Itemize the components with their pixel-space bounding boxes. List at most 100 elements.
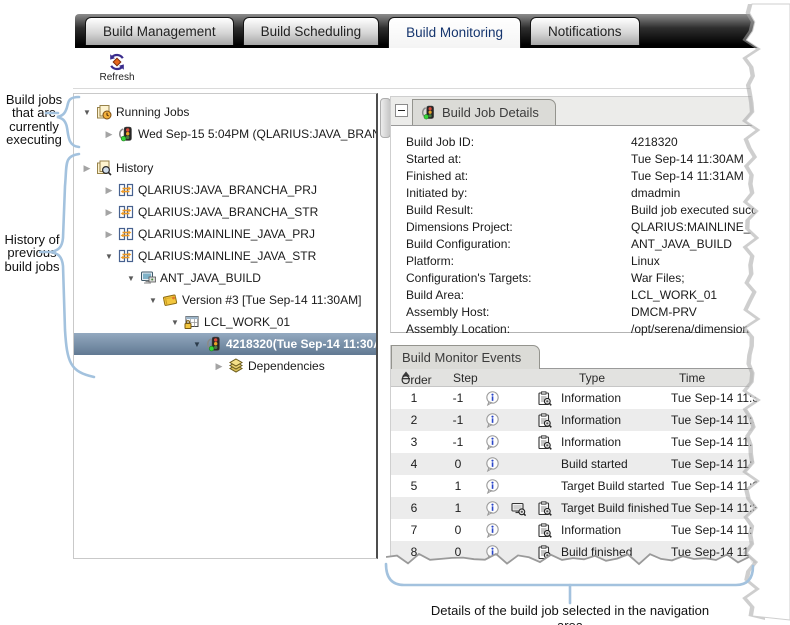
field-value: QLARIUS:MAINLINE_JA [631, 219, 765, 234]
field-value: LCL_WORK_01 [631, 287, 718, 302]
stream-icon [118, 226, 134, 242]
detail-row: Finished at: Tue Sep-14 11:31AM [406, 167, 756, 184]
build-monitor-events-tab[interactable]: Build Monitor Events [391, 345, 541, 369]
information-balloon-icon[interactable] [485, 523, 500, 538]
collapse-section-button[interactable] [395, 104, 408, 117]
tab-build-monitoring[interactable]: Build Monitoring [388, 17, 521, 48]
information-balloon-icon[interactable] [485, 435, 500, 450]
tab-build-management[interactable]: Build Management [85, 17, 234, 45]
event-time: Tue Sep-14 11:31AM [671, 545, 757, 559]
field-value: Tue Sep-14 11:31AM [631, 168, 744, 183]
information-balloon-icon[interactable] [485, 391, 500, 406]
tree-item-qlarius-mainline-java-prj[interactable]: ▶ QLARIUS:MAINLINE_JAVA_PRJ [74, 223, 376, 245]
expand-arrow[interactable]: ▼ [167, 318, 183, 327]
event-row[interactable]: 4 0 Build started Tue Sep-14 11:30AM [391, 453, 757, 475]
view-log-icon[interactable] [537, 391, 552, 406]
field-value: Tue Sep-14 11:30AM [631, 151, 744, 166]
refresh-swirl-icon [108, 53, 126, 71]
tree-item-history[interactable]: ▶ History [74, 157, 376, 179]
information-balloon-icon[interactable] [485, 545, 500, 560]
tree-item-label: Version #3 [Tue Sep-14 11:30AM] [182, 293, 362, 307]
tree-item-qlarius-mainline-java-str[interactable]: ▼ QLARIUS:MAINLINE_JAVA_STR [74, 245, 376, 267]
event-type: Information [561, 413, 622, 427]
order-header-label: Order [401, 373, 432, 387]
tree-item-label: Running Jobs [116, 105, 190, 119]
event-time: Tue Sep-14 11:30AM [671, 435, 757, 449]
type-column-header[interactable]: Type [579, 371, 605, 385]
information-balloon-icon[interactable] [485, 479, 500, 494]
expand-arrow[interactable]: ▼ [189, 340, 205, 349]
tree-item-running-build-job[interactable]: ▶ Wed Sep-15 5:04PM (QLARIUS:JAVA_BRANCH [74, 123, 376, 145]
event-time: Tue Sep-14 11:31AM [671, 501, 757, 515]
view-log-icon[interactable] [537, 523, 552, 538]
field-label: Build Job ID: [406, 134, 475, 149]
event-time: Tue Sep-14 11:30AM [671, 457, 757, 471]
history-icon [96, 160, 112, 176]
build-job-details-tab[interactable]: Build Job Details [412, 99, 556, 125]
field-value: Build job executed succ [631, 202, 758, 217]
view-log-icon[interactable] [537, 435, 552, 450]
field-value: Linux [631, 253, 660, 268]
field-label: Platform: [406, 253, 455, 268]
event-row[interactable]: 8 0 Build finished Tue Sep-14 11:31AM [391, 541, 757, 563]
tree-item-label: ANT_JAVA_BUILD [160, 271, 261, 285]
collapse-arrow[interactable]: ▶ [101, 229, 117, 240]
tree-item-qlarius-java-brancha-prj[interactable]: ▶ QLARIUS:JAVA_BRANCHA_PRJ [74, 179, 376, 201]
expand-arrow[interactable]: ▼ [79, 108, 95, 117]
event-step: -1 [452, 435, 464, 449]
build-job-traffic-light-icon [206, 336, 222, 352]
collapse-arrow[interactable]: ▶ [79, 163, 95, 174]
event-order: 6 [410, 501, 418, 515]
detail-row: Build Job ID: 4218320 [406, 133, 756, 150]
field-label: Started at: [406, 151, 462, 166]
tab-build-scheduling[interactable]: Build Scheduling [242, 17, 380, 45]
expand-arrow[interactable]: ▼ [145, 296, 161, 305]
tree-item-qlarius-java-brancha-str[interactable]: ▶ QLARIUS:JAVA_BRANCHA_STR [74, 201, 376, 223]
information-balloon-icon[interactable] [485, 413, 500, 428]
event-row[interactable]: 5 1 Target Build started Tue Sep-14 11:3… [391, 475, 757, 497]
tree-item-label: Dependencies [248, 359, 325, 373]
tab-notifications[interactable]: Notifications [529, 17, 640, 45]
tree-item-ant-java-build[interactable]: ▼ ANT_JAVA_BUILD [74, 267, 376, 289]
view-target-output-icon[interactable] [511, 501, 526, 516]
information-balloon-icon[interactable] [485, 501, 500, 516]
event-order: 4 [410, 457, 418, 471]
detail-row: Assembly Host: DMCM-PRV [406, 303, 756, 320]
build-job-traffic-light-icon [421, 105, 436, 120]
view-log-icon[interactable] [537, 501, 552, 516]
expand-arrow[interactable]: ▼ [101, 252, 117, 261]
event-step: -1 [452, 413, 464, 427]
build-job-details-header: Build Job Details [391, 97, 756, 126]
dependencies-icon [228, 358, 244, 374]
tree-item-version-3[interactable]: ▼ Version #3 [Tue Sep-14 11:30AM] [74, 289, 376, 311]
build-job-details-panel: Build Job Details Build Job ID: 4218320 S… [390, 96, 764, 336]
tree-item-label: QLARIUS:MAINLINE_JAVA_STR [138, 249, 317, 263]
view-log-icon[interactable] [537, 545, 552, 560]
section-title: Build Monitor Events [402, 350, 522, 365]
field-value: 4218320 [631, 134, 678, 149]
event-row[interactable]: 1 -1 Information Tue Sep-14 11:30AM [391, 387, 757, 409]
event-row[interactable]: 3 -1 Information Tue Sep-14 11:30AM [391, 431, 757, 453]
time-column-header[interactable]: Time [679, 371, 705, 385]
tree-item-dependencies[interactable]: ▶ Dependencies [74, 355, 376, 377]
collapse-arrow[interactable]: ▶ [101, 185, 117, 196]
stream-icon [118, 248, 134, 264]
tree-item-lcl-work-01[interactable]: ▼ LCL_WORK_01 [74, 311, 376, 333]
tree-item-label: Wed Sep-15 5:04PM (QLARIUS:JAVA_BRANCH [138, 127, 378, 141]
collapse-arrow[interactable]: ▶ [101, 207, 117, 218]
information-balloon-icon[interactable] [485, 457, 500, 472]
event-row[interactable]: 6 1 Target Build finished Tue Sep-14 11:… [391, 497, 757, 519]
collapse-arrow[interactable]: ▶ [101, 129, 117, 140]
event-step: 0 [454, 457, 462, 471]
refresh-button[interactable]: Refresh [90, 53, 144, 83]
order-column-header[interactable]: Order [401, 371, 432, 387]
detail-row: Configuration's Targets: War Files; [406, 269, 756, 286]
event-row[interactable]: 7 0 Information Tue Sep-14 11:31AM [391, 519, 757, 541]
tree-item-build-job-4218320-selected[interactable]: ▼ 4218320(Tue Sep-14 11:30AM) [74, 333, 376, 355]
event-row[interactable]: 2 -1 Information Tue Sep-14 11:30AM [391, 409, 757, 431]
step-column-header[interactable]: Step [453, 371, 478, 385]
view-log-icon[interactable] [537, 413, 552, 428]
tree-item-running-jobs[interactable]: ▼ Running Jobs [74, 101, 376, 123]
collapse-arrow[interactable]: ▶ [211, 361, 227, 372]
expand-arrow[interactable]: ▼ [123, 274, 139, 283]
